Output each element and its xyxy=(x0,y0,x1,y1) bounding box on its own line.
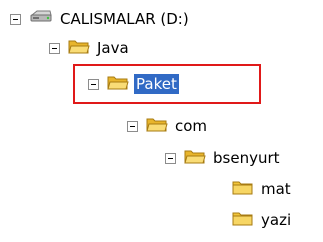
tree-item-bsenyurt[interactable]: bsenyurt xyxy=(165,147,282,169)
tree-item-label: com xyxy=(175,117,208,135)
tree-item-java[interactable]: Java xyxy=(49,37,131,59)
drive-icon xyxy=(29,9,53,29)
folder-open-icon xyxy=(146,116,168,137)
collapse-toggle[interactable] xyxy=(165,152,176,164)
tree-item-drive[interactable]: CALISMALAR (D:) xyxy=(10,8,191,30)
highlight-box xyxy=(73,64,261,104)
folder-open-icon xyxy=(68,38,90,59)
tree-item-label: yazi xyxy=(261,211,292,229)
tree-item-yazi[interactable]: yazi xyxy=(232,209,293,231)
collapse-toggle[interactable] xyxy=(127,120,138,132)
tree-item-label: mat xyxy=(261,180,291,198)
folder-icon xyxy=(232,179,254,200)
tree-item-com[interactable]: com xyxy=(127,115,209,137)
folder-open-icon xyxy=(184,148,206,169)
collapse-toggle[interactable] xyxy=(10,13,21,25)
tree-item-mat[interactable]: mat xyxy=(232,178,293,200)
tree-item-label: Java xyxy=(97,39,129,57)
tree-item-label: bsenyurt xyxy=(213,149,280,167)
folder-icon xyxy=(232,210,254,231)
tree-item-label: CALISMALAR (D:) xyxy=(60,10,189,28)
collapse-toggle[interactable] xyxy=(49,42,60,54)
